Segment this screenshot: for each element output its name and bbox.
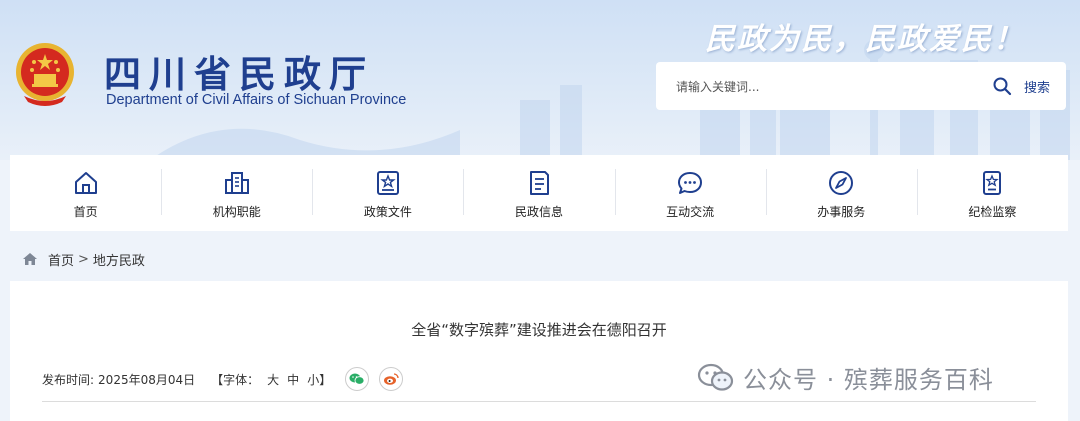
building-icon (224, 171, 249, 194)
nav-item-label: 政策文件 (363, 204, 412, 219)
search-button-label: 搜索 (1023, 80, 1050, 96)
nav-item-interaction[interactable]: 互动交流 (614, 155, 766, 231)
nav-item-info[interactable]: 民政信息 (463, 155, 614, 231)
badge-icon (983, 170, 1002, 195)
wechat-icon (349, 373, 365, 385)
wechat-watermark-icon (697, 363, 734, 391)
breadcrumb-separator: > (78, 251, 89, 267)
nav-item-label: 机构职能 (212, 204, 261, 219)
meta-divider (42, 401, 1036, 402)
nav-item-label: 办事服务 (817, 204, 866, 219)
share-weibo-button[interactable] (379, 367, 404, 391)
article-meta: 发布时间: 2025年08月04日 【字体： 大 中 小 】 (42, 367, 404, 391)
news-doc-icon (529, 170, 549, 195)
font-size-medium-button[interactable]: 中 (287, 371, 299, 388)
article-panel: 全省“数字殡葬”建设推进会在德阳召开 发布时间: 2025年08月04日 【字体… (10, 281, 1068, 421)
search-box[interactable]: 请输入关键词... 搜索 (656, 62, 1066, 110)
nav-item-label: 民政信息 (514, 204, 563, 219)
nav-item-services[interactable]: 办事服务 (765, 155, 917, 231)
home-icon (74, 171, 97, 194)
compass-icon (829, 170, 854, 195)
site-header: 四川省民政厅 Department of Civil Affairs of Si… (0, 0, 1080, 160)
nav-item-label: 首页 (73, 204, 98, 219)
article-title: 全省“数字殡葬”建设推进会在德阳召开 (411, 321, 667, 339)
site-name: 四川省民政厅 (104, 52, 374, 96)
nav-item-organization[interactable]: 机构职能 (161, 155, 312, 231)
nav-item-policy[interactable]: 政策文件 (312, 155, 463, 231)
nav-item-label: 纪检监察 (968, 204, 1017, 219)
breadcrumb-home-link[interactable]: 首页 (48, 250, 74, 269)
font-size-large-button[interactable]: 大 (267, 371, 279, 388)
search-icon (993, 77, 1012, 96)
weibo-icon (384, 373, 399, 385)
breadcrumb: 首页 > 地方民政 (22, 249, 145, 269)
publish-label: 发布时间: (42, 372, 95, 387)
breadcrumb-home-icon (23, 253, 37, 265)
nav-item-discipline[interactable]: 纪检监察 (916, 155, 1068, 231)
font-size-close: 】 (319, 372, 332, 387)
font-size-label: 【字体： (211, 372, 260, 387)
main-nav: 首页 机构职能 政策文件 民政信息 互动交流 办事服务 纪检监察 (10, 155, 1068, 231)
watermark-text: 公众号 · 殡葬服务百科 (743, 365, 994, 394)
watermark: 公众号 · 殡葬服务百科 (697, 360, 994, 394)
publish-date: 2025年08月04日 (98, 372, 196, 387)
slogan: 民政为民，民政爱民！ (705, 22, 1025, 57)
search-button[interactable]: 搜索 (992, 75, 1050, 97)
nav-item-label: 互动交流 (666, 204, 715, 219)
font-size-small-button[interactable]: 小 (307, 371, 319, 388)
policy-doc-icon (376, 170, 399, 195)
chat-icon (678, 171, 703, 194)
breadcrumb-current-link[interactable]: 地方民政 (93, 250, 145, 269)
national-emblem-logo (16, 43, 74, 106)
site-name-english: Department of Civil Affairs of Sichuan P… (106, 92, 407, 108)
nav-item-home[interactable]: 首页 (10, 155, 161, 231)
share-wechat-button[interactable] (345, 367, 370, 391)
search-input[interactable]: 请输入关键词... (676, 78, 759, 95)
